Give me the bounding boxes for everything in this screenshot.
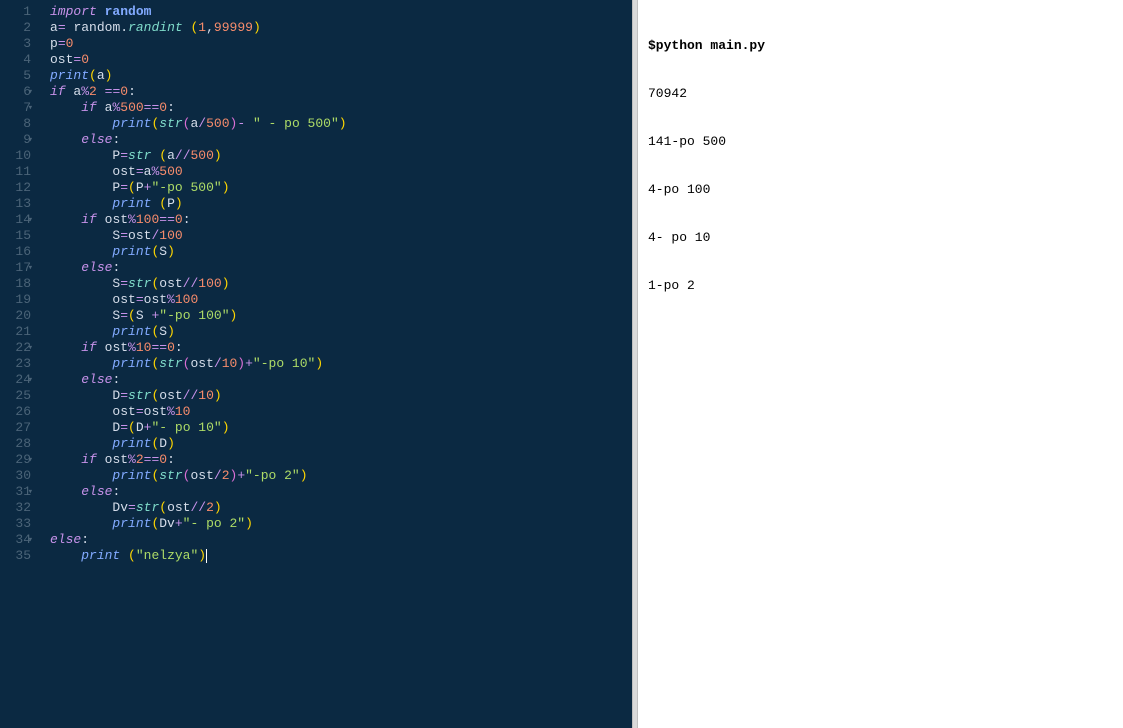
line-number: 12	[0, 180, 31, 196]
code-line[interactable]: if a%2 ==0:	[50, 84, 632, 100]
line-number: 27	[0, 420, 31, 436]
line-number: 9▾	[0, 132, 31, 148]
line-number: 19	[0, 292, 31, 308]
text-cursor	[206, 549, 207, 563]
line-number: 34▾	[0, 532, 31, 548]
line-number: 23	[0, 356, 31, 372]
code-line[interactable]: Dv=str(ost//2)	[50, 500, 632, 516]
line-number: 18	[0, 276, 31, 292]
fold-icon[interactable]: ▾	[28, 84, 33, 100]
line-number: 22▾	[0, 340, 31, 356]
line-number: 31▾	[0, 484, 31, 500]
code-line[interactable]: ost=a%500	[50, 164, 632, 180]
fold-icon[interactable]: ▾	[28, 340, 33, 356]
code-editor-pane[interactable]: 123456▾7▾89▾1011121314▾151617▾1819202122…	[0, 0, 632, 728]
output-line: 1-po 2	[648, 278, 1113, 294]
line-number: 6▾	[0, 84, 31, 100]
output-line: 4- po 10	[648, 230, 1113, 246]
line-number: 25	[0, 388, 31, 404]
line-number: 14▾	[0, 212, 31, 228]
fold-icon[interactable]: ▾	[28, 532, 33, 548]
code-line[interactable]: ost=ost%10	[50, 404, 632, 420]
code-line[interactable]: print(S)	[50, 244, 632, 260]
line-number: 32	[0, 500, 31, 516]
line-number: 16	[0, 244, 31, 260]
line-number: 4	[0, 52, 31, 68]
code-line[interactable]: print(a)	[50, 68, 632, 84]
code-line[interactable]: S=(S +"-po 100")	[50, 308, 632, 324]
code-line[interactable]: if a%500==0:	[50, 100, 632, 116]
code-line[interactable]: D=(D+"- po 10")	[50, 420, 632, 436]
code-line[interactable]: print (P)	[50, 196, 632, 212]
code-line[interactable]: ost=0	[50, 52, 632, 68]
code-line[interactable]: else:	[50, 260, 632, 276]
fold-icon[interactable]: ▾	[28, 484, 33, 500]
output-pane[interactable]: $python main.py 70942 141-po 500 4-po 10…	[638, 0, 1123, 728]
line-number: 13	[0, 196, 31, 212]
line-number: 8	[0, 116, 31, 132]
code-line[interactable]: else:	[50, 372, 632, 388]
code-line[interactable]: else:	[50, 532, 632, 548]
line-number: 3	[0, 36, 31, 52]
output-line: 141-po 500	[648, 134, 1113, 150]
line-number-gutter: 123456▾7▾89▾1011121314▾151617▾1819202122…	[0, 0, 40, 728]
code-line[interactable]: if ost%100==0:	[50, 212, 632, 228]
code-line[interactable]: p=0	[50, 36, 632, 52]
line-number: 15	[0, 228, 31, 244]
output-line: 70942	[648, 86, 1113, 102]
line-number: 29▾	[0, 452, 31, 468]
code-content[interactable]: import randoma= random.randint (1,99999)…	[40, 0, 632, 728]
code-line[interactable]: if ost%2==0:	[50, 452, 632, 468]
code-line[interactable]: print(Dv+"- po 2")	[50, 516, 632, 532]
line-number: 17▾	[0, 260, 31, 276]
fold-icon[interactable]: ▾	[28, 372, 33, 388]
code-line[interactable]: a= random.randint (1,99999)	[50, 20, 632, 36]
code-line[interactable]: print(S)	[50, 324, 632, 340]
line-number: 30	[0, 468, 31, 484]
code-line[interactable]: ost=ost%100	[50, 292, 632, 308]
line-number: 10	[0, 148, 31, 164]
code-line[interactable]: import random	[50, 4, 632, 20]
code-line[interactable]: print(str(ost/10)+"-po 10")	[50, 356, 632, 372]
line-number: 20	[0, 308, 31, 324]
code-line[interactable]: P=(P+"-po 500")	[50, 180, 632, 196]
line-number: 5	[0, 68, 31, 84]
line-number: 11	[0, 164, 31, 180]
line-number: 26	[0, 404, 31, 420]
fold-icon[interactable]: ▾	[28, 452, 33, 468]
line-number: 28	[0, 436, 31, 452]
fold-icon[interactable]: ▾	[28, 132, 33, 148]
code-line[interactable]: S=str(ost//100)	[50, 276, 632, 292]
line-number: 24▾	[0, 372, 31, 388]
code-line[interactable]: print(str(ost/2)+"-po 2")	[50, 468, 632, 484]
code-line[interactable]: print ("nelzya")	[50, 548, 632, 564]
line-number: 2	[0, 20, 31, 36]
code-line[interactable]: P=str (a//500)	[50, 148, 632, 164]
output-line: 4-po 100	[648, 182, 1113, 198]
line-number: 21	[0, 324, 31, 340]
code-line[interactable]: S=ost/100	[50, 228, 632, 244]
fold-icon[interactable]: ▾	[28, 100, 33, 116]
fold-icon[interactable]: ▾	[28, 260, 33, 276]
line-number: 7▾	[0, 100, 31, 116]
code-line[interactable]: print(str(a/500)- " - po 500")	[50, 116, 632, 132]
line-number: 1	[0, 4, 31, 20]
line-number: 33	[0, 516, 31, 532]
fold-icon[interactable]: ▾	[28, 212, 33, 228]
code-line[interactable]: if ost%10==0:	[50, 340, 632, 356]
code-line[interactable]: else:	[50, 484, 632, 500]
output-command: $python main.py	[648, 38, 1113, 54]
code-line[interactable]: D=str(ost//10)	[50, 388, 632, 404]
code-line[interactable]: print(D)	[50, 436, 632, 452]
code-line[interactable]: else:	[50, 132, 632, 148]
line-number: 35	[0, 548, 31, 564]
